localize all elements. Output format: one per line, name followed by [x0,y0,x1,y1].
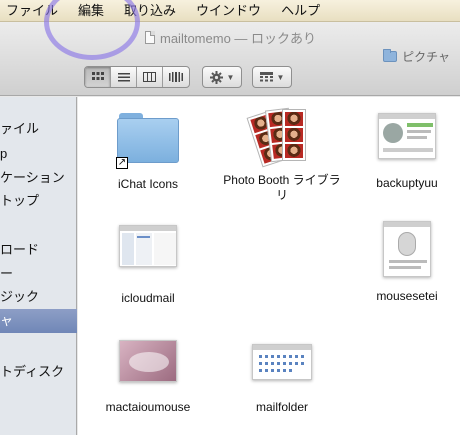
coverflow-view-button[interactable] [163,67,189,87]
menu-edit[interactable]: 編集 [68,0,114,22]
view-mode-control [84,66,190,88]
file-item[interactable]: Photo Booth ライブラリ [220,107,344,203]
column-view-icon [143,72,156,82]
file-name: iChat Icons [117,177,179,191]
sidebar-item-hard-disk[interactable]: トディスク [0,360,77,384]
window-title-text: mailtomemo — ロックあり [160,31,317,46]
screenshot-thumbnail [119,225,177,267]
menu-window[interactable]: ウインドウ [186,0,271,22]
icon-view-button[interactable] [85,67,111,87]
list-view-icon [117,73,130,82]
list-view-button[interactable] [111,67,137,87]
sidebar-item-applications[interactable]: ケーション [0,166,77,190]
file-item[interactable]: mactaioumouse [88,340,208,415]
file-name: mousesetei [376,289,438,303]
sidebar-item-app[interactable]: p [0,142,77,166]
icon-view-icon [91,72,104,80]
document-icon [145,31,155,44]
file-name: Photo Booth ライブラリ [223,173,341,202]
file-name: icloudmail [121,291,175,305]
column-view-button[interactable] [137,67,163,87]
window-title: mailtomemo — ロックあり [145,28,316,47]
action-menu-button[interactable]: ▼ [202,66,242,88]
screenshot-thumbnail [378,113,436,159]
screenshot-thumbnail [252,344,312,380]
file-item[interactable]: backuptyuu [352,113,460,191]
file-name: mailfolder [255,400,309,414]
sidebar-item-documents[interactable]: ァイル [0,117,77,141]
file-item[interactable]: mousesetei [352,221,460,304]
menu-help[interactable]: ヘルプ [271,0,330,22]
finder-sidebar: ァイル p ケーション トップ ロード ー ジック ャ トディスク [0,97,77,435]
arrange-icon [259,72,273,82]
sidebar-item-downloads[interactable]: ロード [0,238,77,262]
folder-icon: ↗ [116,113,179,169]
sidebar-item-pictures[interactable]: ャ [0,309,77,333]
file-item[interactable]: ↗ iChat Icons [88,113,208,192]
alias-arrow-icon: ↗ [116,157,128,169]
arrange-menu-button[interactable]: ▼ [252,66,292,88]
image-thumbnail [119,340,177,382]
gear-icon [209,70,223,84]
file-item[interactable]: icloudmail [88,225,208,306]
file-browser-content: ↗ iChat Icons Photo Booth ライブラリ backupty… [78,97,460,435]
finder-toolbar: ピクチャ ▼ ▼ [0,49,460,96]
chevron-down-icon: ▼ [226,72,235,82]
location-label: ピクチャ [383,48,450,65]
sidebar-item-music[interactable]: ジック [0,285,77,309]
chevron-down-icon: ▼ [276,72,285,82]
sidebar-item-desktop[interactable]: トップ [0,189,77,213]
file-item[interactable]: mailfolder [220,344,344,415]
file-name: mactaioumouse [105,400,191,414]
folder-icon [383,49,398,62]
menu-file[interactable]: ファイル [0,0,68,22]
screenshot-thumbnail [383,221,431,277]
menu-import[interactable]: 取り込み [114,0,186,22]
photo-booth-icon [246,107,312,168]
coverflow-view-icon [169,72,183,82]
sidebar-item-movies[interactable]: ー [0,262,77,286]
menu-bar: ファイル 編集 取り込み ウインドウ ヘルプ [0,0,460,22]
location-text: ピクチャ [402,50,450,64]
file-name: backuptyuu [376,176,438,190]
